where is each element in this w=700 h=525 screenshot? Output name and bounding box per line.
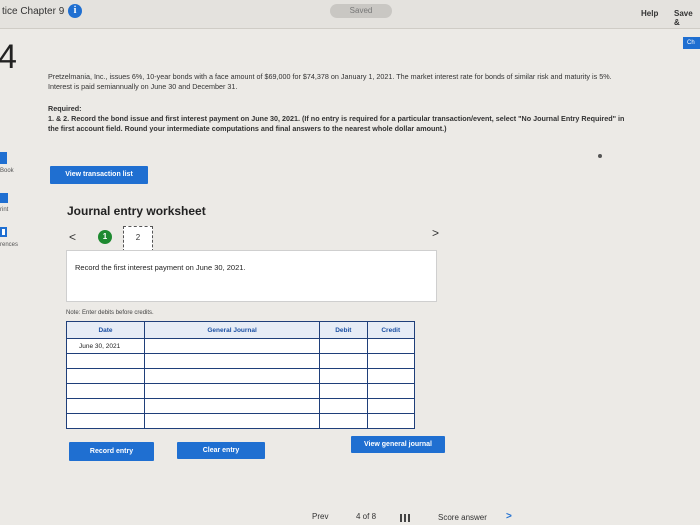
table-row: June 30, 2021	[65, 338, 416, 354]
account-cell[interactable]	[144, 368, 321, 384]
debit-cell[interactable]	[319, 413, 368, 429]
debit-cell[interactable]	[319, 398, 368, 414]
required-heading: Required:	[48, 104, 82, 113]
debit-cell[interactable]	[319, 338, 368, 354]
sidebar-item-print[interactable]: rint	[0, 207, 8, 213]
credit-cell[interactable]	[366, 353, 416, 369]
required-section: Required: 1. & 2. Record the bond issue …	[48, 104, 628, 134]
required-text-plain: 1. & 2. Record the bond issue and first …	[48, 114, 303, 123]
date-cell[interactable]	[65, 368, 146, 384]
entry-description-box: Record the first interest payment on Jun…	[66, 250, 437, 302]
ebook-icon[interactable]	[0, 152, 7, 164]
credit-cell[interactable]	[366, 413, 416, 429]
account-cell[interactable]	[144, 353, 321, 369]
help-link[interactable]: Help	[641, 9, 658, 18]
table-row	[65, 353, 416, 369]
col-debit: Debit	[319, 321, 368, 339]
chapter-title: tice Chapter 9	[2, 6, 65, 17]
col-general-journal: General Journal	[144, 321, 321, 339]
step-2-current[interactable]: 2	[123, 226, 153, 252]
view-general-journal-button[interactable]: View general journal	[351, 436, 445, 453]
date-cell[interactable]	[65, 353, 146, 369]
debits-note: Note: Enter debits before credits.	[66, 310, 154, 316]
top-bar: tice Chapter 9 i Saved Help Save &	[0, 0, 700, 29]
check-work-button[interactable]: Ch	[683, 37, 700, 49]
account-cell[interactable]	[144, 413, 321, 429]
date-cell[interactable]	[65, 413, 146, 429]
prev-page-button[interactable]: Prev	[312, 512, 328, 521]
save-exit-link[interactable]: Save &	[674, 9, 700, 27]
debit-cell[interactable]	[319, 368, 368, 384]
col-credit: Credit	[366, 321, 416, 339]
date-cell[interactable]: June 30, 2021	[65, 338, 146, 354]
table-row	[65, 398, 416, 414]
date-cell[interactable]	[65, 383, 146, 399]
journal-entry-table: Date General Journal Debit Credit June 3…	[65, 321, 416, 429]
step-1-complete[interactable]: 1	[98, 230, 112, 244]
prev-step-arrow[interactable]: <	[69, 230, 76, 244]
entry-description: Record the first interest payment on Jun…	[75, 263, 246, 272]
credit-cell[interactable]	[366, 338, 416, 354]
credit-cell[interactable]	[366, 368, 416, 384]
credit-cell[interactable]	[366, 398, 416, 414]
saved-status-badge: Saved	[330, 4, 392, 18]
print-icon[interactable]	[0, 193, 8, 203]
chevron-right-icon[interactable]: >	[506, 511, 512, 522]
page-indicator: 4 of 8	[356, 512, 377, 521]
record-entry-button[interactable]: Record entry	[69, 442, 154, 461]
required-text: 1. & 2. Record the bond issue and first …	[48, 114, 624, 133]
table-row	[65, 368, 416, 384]
divider-dot	[598, 154, 602, 158]
clear-entry-button[interactable]: Clear entry	[177, 442, 265, 459]
account-cell[interactable]	[144, 398, 321, 414]
sidebar-item-ebook[interactable]: Book	[0, 168, 14, 174]
debit-cell[interactable]	[319, 353, 368, 369]
account-cell[interactable]	[144, 383, 321, 399]
info-icon[interactable]: i	[68, 4, 82, 18]
grid-icon[interactable]	[400, 514, 410, 522]
col-date: Date	[65, 321, 146, 339]
worksheet-title: Journal entry worksheet	[67, 204, 206, 218]
credit-cell[interactable]	[366, 383, 416, 399]
question-number: 4	[0, 38, 17, 76]
account-cell[interactable]	[144, 338, 321, 354]
next-step-arrow[interactable]: >	[432, 226, 439, 240]
table-row	[65, 413, 416, 429]
sidebar-item-references[interactable]: rences	[0, 242, 18, 248]
references-icon[interactable]	[0, 227, 7, 237]
score-answer-button[interactable]: Score answer	[438, 513, 487, 522]
debit-cell[interactable]	[319, 383, 368, 399]
date-cell[interactable]	[65, 398, 146, 414]
table-row	[65, 383, 416, 399]
problem-statement: Pretzelmania, Inc., issues 6%, 10-year b…	[48, 72, 612, 91]
view-transaction-list-button[interactable]: View transaction list	[50, 166, 148, 184]
